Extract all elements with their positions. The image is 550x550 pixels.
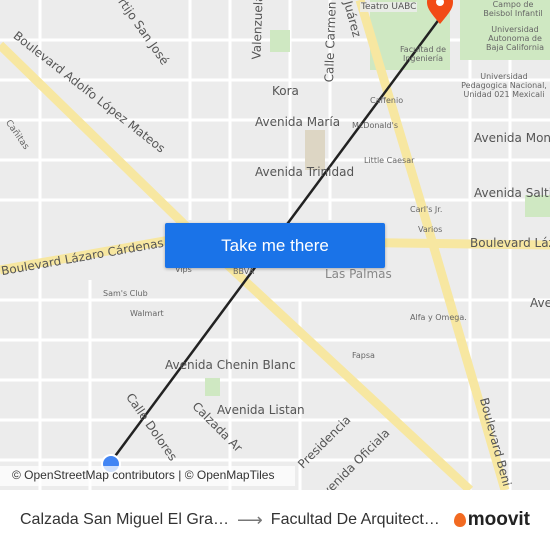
map-attribution[interactable]: © OpenStreetMap contributors | © OpenMap… [0,466,295,486]
map-label: Boulevard Láz [470,236,550,250]
map-label: Facultad de Ingeniería [399,45,447,63]
arrow-right-icon: ⟶ [236,509,263,530]
map-label: BBVA [233,267,255,276]
map-label: Ave [530,296,550,310]
map-label: Alfa y Omega. [410,313,467,322]
map-label: Avenida Salti [474,186,550,200]
map-label: Universidad Pedagogica Nacional, Unidad … [461,72,547,99]
map-label: Caffenio [370,96,404,105]
map-label: Walmart [130,309,164,318]
map-label: Carl's Jr. [410,205,443,214]
moovit-pin-icon [453,513,466,527]
origin-name: Calzada San Miguel El Gra… [20,511,229,528]
destination-name: Facultad De Arquitect… [270,511,440,528]
moovit-logo: moovit [453,509,530,531]
map-label: Avenida Mon [474,131,550,145]
map-label: Little Caesar [364,156,415,165]
map-label: Avenida Listan [217,403,305,417]
map[interactable]: Cortijo San José Boulevard Adolfo López … [0,0,550,490]
take-me-there-button[interactable]: Take me there [165,223,385,268]
map-label: Avenida María [255,115,341,129]
footer: Calzada San Miguel El Gra… ⟶ Facultad De… [0,490,550,550]
map-label: Kora [272,84,299,98]
map-label: Universidad Autonoma de Baja California [485,25,545,52]
map-label: Avenida Chenin Blanc [165,358,296,372]
map-label: Calle Carmen [321,1,339,83]
map-label: Varios [418,225,443,234]
map-label: Teatro UABC [360,2,418,12]
map-label: Valenzuela [249,0,266,60]
map-label: Las Palmas [325,267,392,281]
map-label: McDonald's [352,121,398,130]
brand-name: moovit [467,509,530,530]
map-label: Sam's Club [103,289,148,298]
map-label: Avenida Trinidad [255,165,355,179]
map-label: Campo de Beisbol Infantil [483,0,543,18]
map-label: Fapsa [352,351,375,360]
